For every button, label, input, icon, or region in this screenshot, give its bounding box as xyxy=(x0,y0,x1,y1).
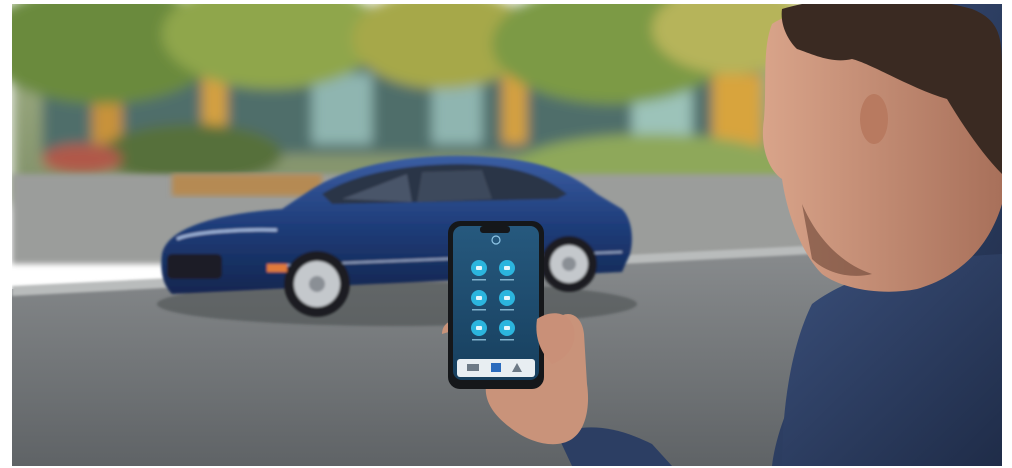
smartphone xyxy=(448,221,544,389)
remote-stop-icon xyxy=(504,266,510,270)
remote-start-icon xyxy=(476,266,482,270)
button-caption xyxy=(472,279,486,281)
button-caption xyxy=(500,339,514,341)
photo-frame xyxy=(12,4,1002,466)
car-icon[interactable] xyxy=(467,364,479,371)
button-caption xyxy=(500,279,514,281)
photo-scene xyxy=(12,4,1002,466)
button-caption xyxy=(500,309,514,311)
button-caption xyxy=(472,339,486,341)
phone-screen xyxy=(453,226,539,380)
button-caption xyxy=(472,309,486,311)
lights-icon xyxy=(504,326,510,330)
person xyxy=(762,4,1002,466)
remote-icon[interactable] xyxy=(491,363,501,372)
door-unlock-icon xyxy=(504,296,510,300)
phone-notch xyxy=(480,226,510,233)
door-lock-icon xyxy=(476,296,482,300)
horn-icon xyxy=(476,326,482,330)
